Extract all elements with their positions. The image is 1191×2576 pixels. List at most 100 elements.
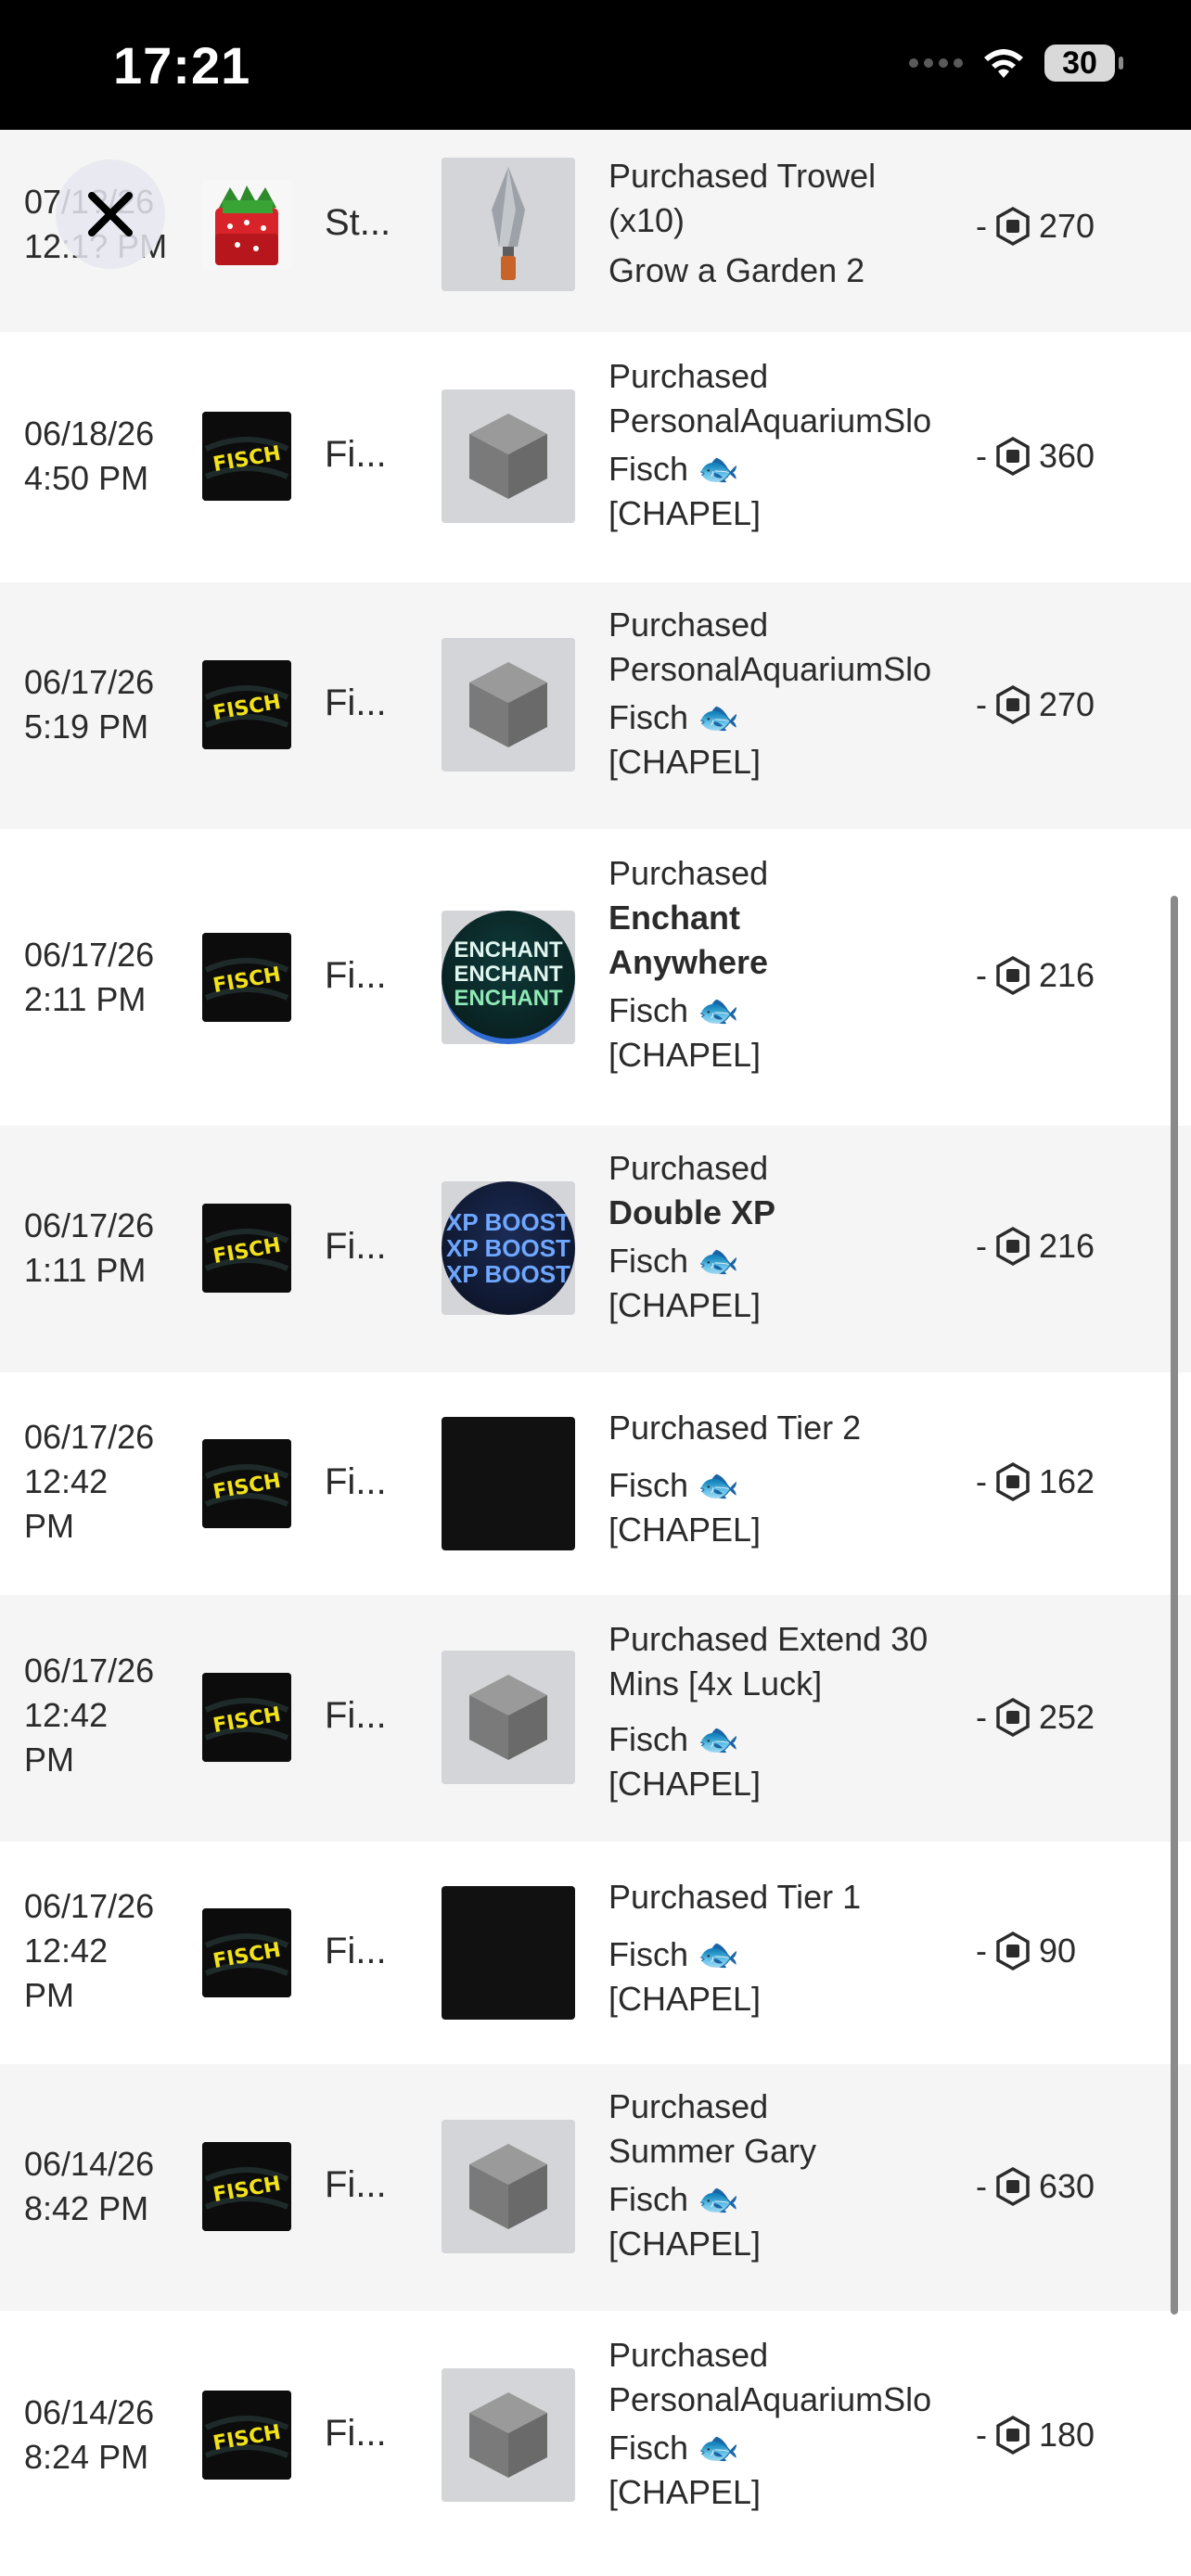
transaction-description: Purchased Trowel (x10) Grow a Garden 2: [608, 154, 942, 293]
transaction-date: 06/17/26 2:11 PM: [24, 933, 186, 1022]
game-title: Fisch 🐟: [608, 450, 739, 488]
game-name: Fi...: [325, 1695, 387, 1736]
amount-sign: -: [976, 2167, 987, 2205]
time-text: 8:42 PM: [24, 2189, 149, 2227]
game-name: Fi...: [325, 1226, 387, 1267]
enchant-text: ENCHANT: [454, 937, 563, 963]
item-thumbnail[interactable]: [442, 1651, 575, 1784]
game-name: Fi...: [325, 2413, 387, 2454]
transaction-list[interactable]: 07/1?/26 12:1? PM St...: [0, 130, 1191, 2561]
xp-boost-text: XP BOOST: [446, 1208, 570, 1236]
transaction-row[interactable]: 06/17/26 5:19 PM FISCH Fi... Purchased P…: [0, 582, 1191, 831]
transaction-amount: - 360: [976, 436, 1095, 477]
fisch-logo-icon: FISCH: [202, 1439, 291, 1528]
robux-icon: [996, 2415, 1030, 2455]
trowel-icon: [442, 158, 575, 291]
game-thumbnail[interactable]: FISCH: [202, 1439, 291, 1528]
transaction-amount: - 216: [976, 1226, 1095, 1267]
transaction-description: Purchased Summer Gary Fisch 🐟 [CHAPEL]: [608, 2085, 942, 2266]
transaction-date: 06/14/26 8:42 PM: [24, 2142, 186, 2231]
amount-sign: -: [976, 1932, 987, 1970]
transaction-row[interactable]: 06/17/26 1:11 PM FISCH Fi... XP BOOST XP…: [0, 1126, 1191, 1374]
game-thumbnail[interactable]: FISCH: [202, 2142, 291, 2231]
cellular-signal-icon: [909, 58, 963, 68]
amount-sign: -: [976, 207, 987, 245]
game-title-suffix: [CHAPEL]: [608, 1765, 762, 1803]
game-name: Fi...: [325, 2164, 387, 2205]
item-thumbnail[interactable]: ENCHANT ENCHANT ENCHANT: [442, 911, 575, 1044]
game-name: Fi...: [325, 1931, 387, 1971]
transaction-date: 06/17/26 12:42 PM: [24, 1415, 186, 1549]
game-thumbnail[interactable]: FISCH: [202, 660, 291, 749]
game-thumbnail[interactable]: FISCH: [202, 1204, 291, 1293]
transaction-row[interactable]: 06/17/26 2:11 PM FISCH Fi... ENCHANT ENC…: [0, 831, 1191, 1126]
time-suffix: PM: [24, 1741, 74, 1779]
item-title: Purchased Extend 30 Mins [4x Luck]: [608, 1620, 928, 1702]
robux-icon: [996, 2166, 1030, 2207]
item-thumbnail[interactable]: [442, 389, 575, 523]
game-title: Fisch 🐟: [608, 698, 739, 736]
xp-boost-icon: XP BOOST XP BOOST XP BOOST: [442, 1181, 575, 1315]
time-suffix: PM: [24, 1507, 74, 1545]
item-thumbnail[interactable]: [442, 2120, 575, 2253]
cube-placeholder-icon: [442, 389, 575, 523]
xp-boost-text: XP BOOST: [446, 1234, 570, 1262]
time-text: 12:42: [24, 1696, 109, 1734]
transaction-row[interactable]: 06/17/26 12:42 PM FISCH Fi... Purchased …: [0, 1595, 1191, 1843]
status-bar: 17:21 30: [0, 0, 1191, 130]
time-text: 4:50 PM: [24, 459, 149, 497]
transaction-row[interactable]: 06/14/26 8:24 PM FISCH Fi... Purchased P…: [0, 2313, 1191, 2561]
game-name: Fi...: [325, 955, 387, 996]
transaction-row[interactable]: 07/1?/26 12:1? PM St...: [0, 130, 1191, 334]
date-text: 06/17/26: [24, 1206, 155, 1244]
item-title: Purchased Tier 1: [608, 1878, 862, 1916]
transaction-amount: - 180: [976, 2415, 1095, 2455]
transaction-description: Purchased PersonalAquariumSlo Fisch 🐟 [C…: [608, 2333, 942, 2515]
item-title: Purchased Trowel (x10): [608, 157, 877, 239]
game-thumbnail[interactable]: [202, 180, 291, 269]
amount-value: 216: [1039, 1227, 1095, 1265]
amount-sign: -: [976, 956, 987, 994]
transaction-date: 06/17/26 12:42 PM: [24, 1649, 186, 1782]
vertical-scrollbar[interactable]: [1171, 896, 1178, 2315]
game-title-suffix: [CHAPEL]: [608, 1511, 762, 1549]
item-thumbnail[interactable]: [442, 1417, 575, 1550]
strawberry-icon: [202, 180, 291, 269]
item-title: Purchased Tier 2: [608, 1409, 862, 1447]
transaction-description: Purchased Tier 2 Fisch 🐟 [CHAPEL]: [608, 1406, 942, 1552]
item-thumbnail[interactable]: [442, 2368, 575, 2502]
transaction-description: Purchased Double XP Fisch 🐟 [CHAPEL]: [608, 1146, 942, 1328]
game-name: St...: [325, 202, 391, 243]
amount-sign: -: [976, 685, 987, 723]
transaction-date: 06/17/26 5:19 PM: [24, 660, 186, 749]
transaction-row[interactable]: 06/18/26 4:50 PM FISCH Fi... Purchased P…: [0, 334, 1191, 582]
item-name: Summer Gary: [608, 2132, 817, 2170]
enchant-text: ENCHANT: [454, 986, 563, 1011]
item-thumbnail[interactable]: XP BOOST XP BOOST XP BOOST: [442, 1181, 575, 1315]
battery-level: 30: [1062, 45, 1097, 81]
transaction-row[interactable]: 06/14/26 8:42 PM FISCH Fi... Purchased S…: [0, 2064, 1191, 2313]
fisch-logo-icon: FISCH: [202, 660, 291, 749]
game-title-suffix: [CHAPEL]: [608, 494, 762, 532]
close-icon: [88, 192, 133, 236]
game-thumbnail[interactable]: FISCH: [202, 412, 291, 501]
amount-value: 216: [1039, 956, 1095, 994]
transaction-amount: - 216: [976, 955, 1095, 996]
item-thumbnail[interactable]: [442, 158, 575, 291]
transaction-row[interactable]: 06/17/26 12:42 PM FISCH Fi... Purchased …: [0, 1374, 1191, 1595]
transaction-row[interactable]: 06/17/26 12:42 PM FISCH Fi... Purchased …: [0, 1843, 1191, 2064]
item-thumbnail[interactable]: [442, 1886, 575, 2020]
game-thumbnail[interactable]: FISCH: [202, 2391, 291, 2480]
game-thumbnail[interactable]: FISCH: [202, 1908, 291, 1997]
transaction-description: Purchased Extend 30 Mins [4x Luck] Fisch…: [608, 1617, 942, 1806]
game-thumbnail[interactable]: FISCH: [202, 933, 291, 1022]
game-thumbnail[interactable]: FISCH: [202, 1673, 291, 1762]
item-thumbnail[interactable]: [442, 638, 575, 772]
game-name: Fi...: [325, 434, 387, 475]
game-title: Grow a Garden 2: [608, 251, 865, 289]
item-title: Purchased: [608, 854, 769, 892]
amount-sign: -: [976, 1462, 987, 1500]
game-name: Fi...: [325, 1461, 387, 1502]
close-button[interactable]: [56, 159, 165, 269]
amount-value: 180: [1039, 2416, 1095, 2454]
